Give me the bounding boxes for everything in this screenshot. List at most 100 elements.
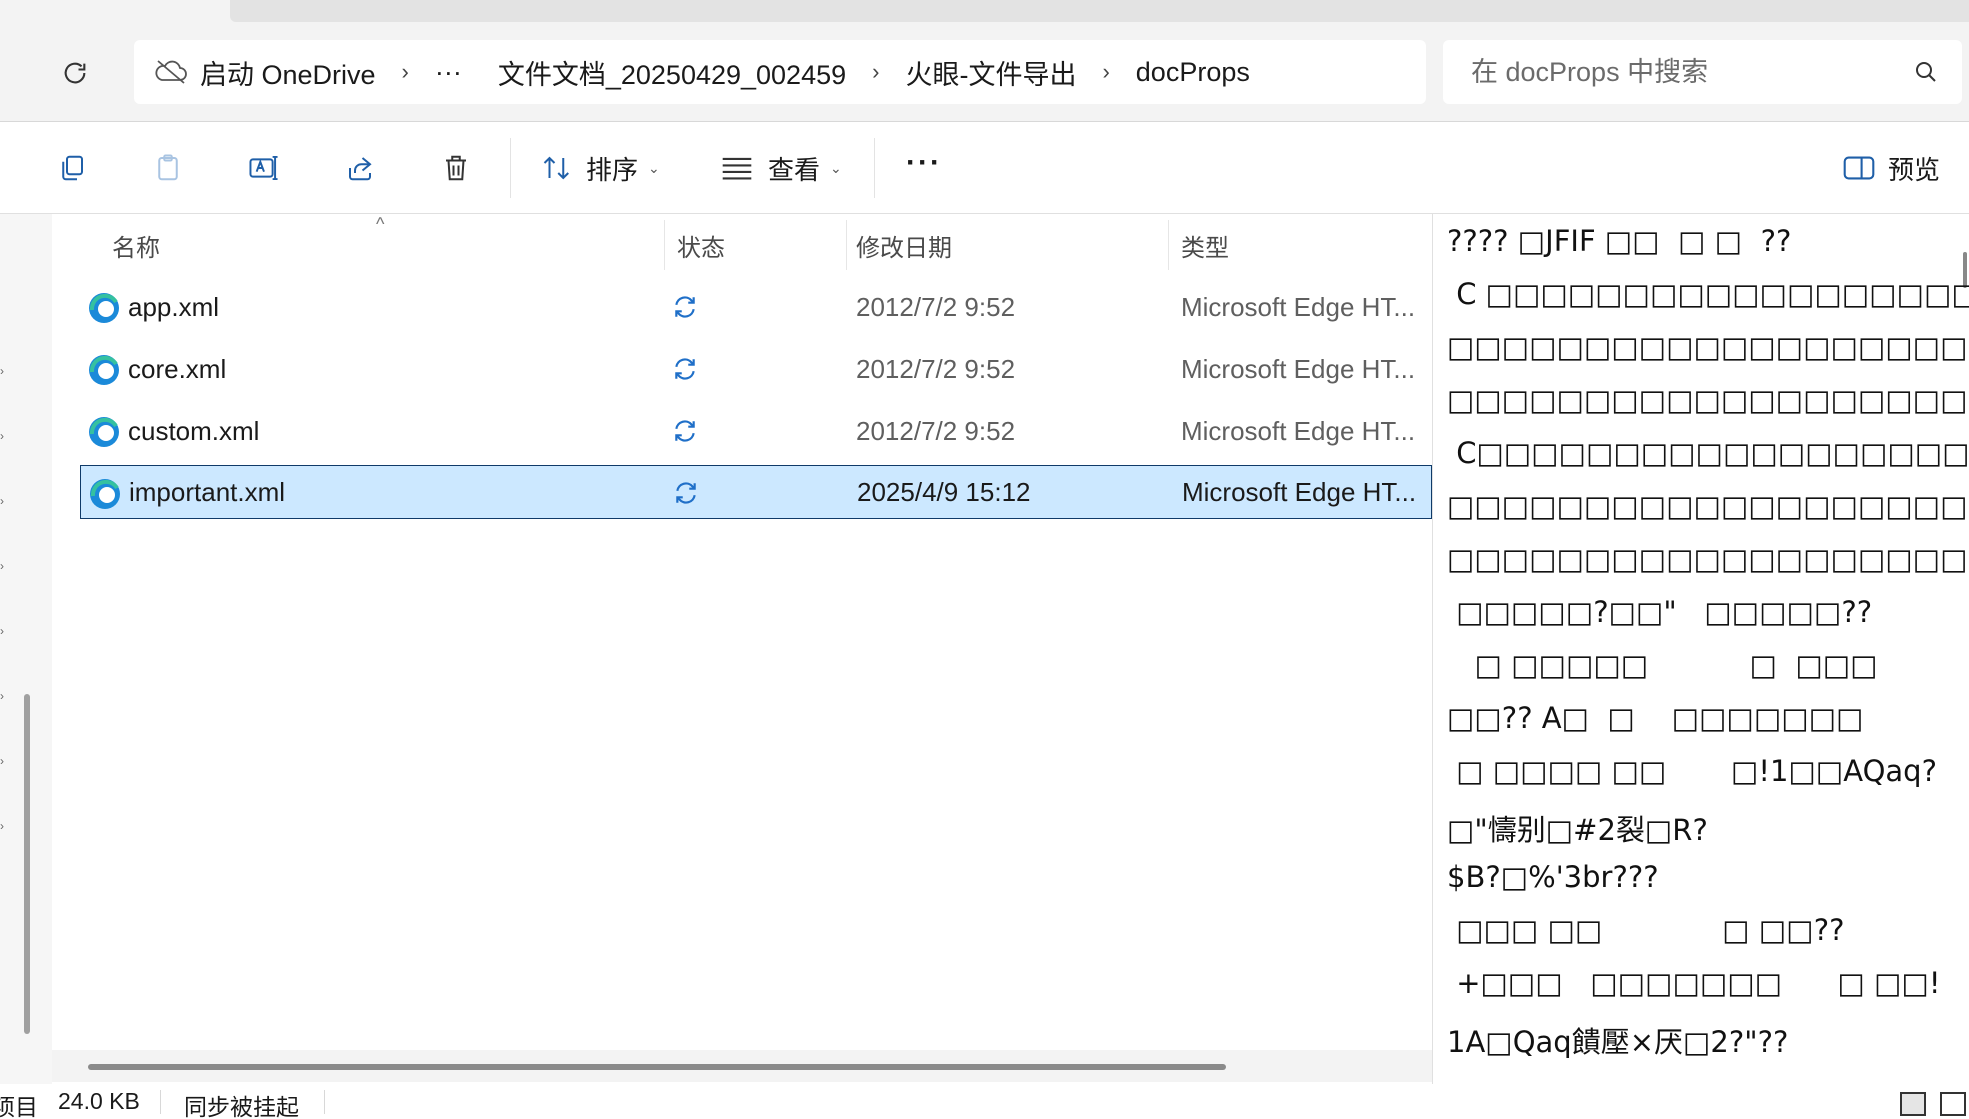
- crumb-overflow[interactable]: ···: [435, 57, 462, 88]
- file-type: Microsoft Edge HT...: [1181, 353, 1416, 384]
- details-view-toggle[interactable]: [1900, 1092, 1926, 1116]
- chevron-down-icon: ⌄: [830, 159, 842, 176]
- search-icon[interactable]: [1914, 60, 1938, 84]
- preview-pane-button[interactable]: 预览: [1842, 144, 1940, 192]
- search-input[interactable]: [1471, 56, 1891, 88]
- share-icon: [349, 157, 372, 181]
- view-list-icon: [722, 157, 752, 180]
- rename-button[interactable]: [244, 148, 284, 188]
- refresh-icon: [64, 62, 86, 84]
- expand-arrow-icon[interactable]: ›: [0, 819, 10, 833]
- preview-text-line: C□□□□□□□□□□□□□□□□□□□□□□□: [1456, 436, 1969, 470]
- status-divider: [324, 1090, 325, 1114]
- horizontal-scrollbar[interactable]: [52, 1050, 1432, 1082]
- address-row: 启动 OneDrive › ··· 文件文档_20250429_002459 ›…: [0, 24, 1969, 122]
- active-tab[interactable]: [230, 0, 1969, 22]
- chevron-right-icon[interactable]: ›: [1102, 59, 1109, 85]
- chevron-right-icon[interactable]: ›: [402, 59, 409, 85]
- tiles-view-toggle[interactable]: [1940, 1092, 1966, 1116]
- paste-icon: [158, 154, 178, 181]
- sync-pending-icon: [675, 420, 695, 442]
- expand-arrow-icon[interactable]: ›: [0, 364, 10, 378]
- file-name: core.xml: [128, 353, 227, 384]
- file-row[interactable]: app.xml 2012/7/2 9:52 Microsoft Edge HT.…: [80, 280, 1432, 334]
- column-header-type[interactable]: 类型: [1181, 228, 1229, 263]
- column-divider[interactable]: [664, 220, 665, 270]
- selection-size: 24.0 KB: [58, 1088, 140, 1114]
- preview-text-line: □□?? A□ □ □□□□□□□: [1447, 701, 1864, 735]
- sync-pending-icon: [676, 482, 696, 504]
- expand-arrow-icon[interactable]: ›: [0, 494, 10, 508]
- file-type: Microsoft Edge HT...: [1181, 415, 1416, 446]
- search-box[interactable]: [1443, 40, 1962, 104]
- chevron-right-icon[interactable]: ›: [872, 59, 879, 85]
- sync-pending-icon: [675, 296, 695, 318]
- expand-arrow-icon[interactable]: ›: [0, 429, 10, 443]
- preview-text-line: ???? □JFIF □□ □ □ ??: [1447, 224, 1792, 258]
- nav-scrollbar[interactable]: [24, 694, 30, 1034]
- copy-icon: [62, 155, 83, 181]
- file-date: 2012/7/2 9:52: [856, 415, 1016, 446]
- edge-file-icon: [89, 355, 119, 385]
- navigation-pane[interactable]: › › › › › › › ›: [0, 214, 52, 1084]
- column-divider[interactable]: [1168, 220, 1169, 270]
- column-divider[interactable]: [846, 220, 847, 270]
- item-count-label: 项目: [0, 1094, 38, 1119]
- file-list: ^ 名称 状态 修改日期 类型 app.xml 2012/7/2 9:52 Mi…: [52, 214, 1432, 1084]
- delete-button[interactable]: [436, 148, 476, 188]
- crumb-folder-2[interactable]: 火眼-文件导出: [905, 53, 1076, 92]
- rename-icon: [249, 155, 278, 181]
- file-type: Microsoft Edge HT...: [1182, 476, 1417, 507]
- trash-icon: [446, 155, 466, 181]
- expand-arrow-icon[interactable]: ›: [0, 754, 10, 768]
- expand-arrow-icon[interactable]: ›: [0, 689, 10, 703]
- breadcrumb[interactable]: 启动 OneDrive › ··· 文件文档_20250429_002459 ›…: [134, 40, 1426, 104]
- preview-text-line: $B?□%'3br???: [1447, 860, 1659, 894]
- preview-text-line: □ □□□□ □□ □!1□□AQaq?: [1447, 754, 1937, 788]
- preview-text-line: □□□□□□□□□□□□□□□□□□□□□??: [1447, 383, 1969, 417]
- preview-text-line: □□□□□□□□□□□□□□□□□□□□□□□□□: [1447, 489, 1969, 523]
- preview-text-line: □□□ □□ □ □□??: [1447, 913, 1845, 947]
- tab-strip: [0, 0, 1969, 24]
- file-row[interactable]: custom.xml 2012/7/2 9:52 Microsoft Edge …: [80, 404, 1432, 458]
- copy-button[interactable]: [52, 148, 92, 188]
- share-button[interactable]: [340, 148, 380, 188]
- file-type: Microsoft Edge HT...: [1181, 291, 1416, 322]
- view-label: 查看: [768, 154, 821, 185]
- file-date: 2012/7/2 9:52: [856, 353, 1016, 384]
- column-header-date[interactable]: 修改日期: [856, 228, 952, 263]
- preview-text-line: □"懤别□#2裂□R?: [1447, 813, 1708, 847]
- sort-button[interactable]: 排序 ⌄: [540, 144, 660, 192]
- preview-pane: ???? □JFIF □□ □ □ ?? C □□□□□□□□□□□□□□□□□…: [1432, 214, 1969, 1084]
- edge-file-icon: [89, 417, 119, 447]
- file-name: custom.xml: [128, 415, 260, 446]
- sort-ascending-icon: ^: [376, 214, 385, 234]
- preview-text-line: C □□□□□□□□□□□□□□□□□□□□□□: [1456, 277, 1969, 311]
- sort-icon: [543, 156, 569, 180]
- status-divider: [160, 1090, 161, 1114]
- more-options-button[interactable]: ···: [906, 146, 942, 180]
- refresh-button[interactable]: [56, 54, 94, 92]
- edge-file-icon: [90, 479, 120, 509]
- toolbar-divider: [874, 138, 875, 198]
- crumb-folder-1[interactable]: 文件文档_20250429_002459: [498, 53, 846, 92]
- file-row[interactable]: core.xml 2012/7/2 9:52 Microsoft Edge HT…: [80, 342, 1432, 396]
- preview-text-line: 1A□Qaq饋壓×厌□2?"??: [1447, 1025, 1789, 1059]
- column-header-status[interactable]: 状态: [677, 228, 725, 263]
- preview-text-line: +□□□ □□□□□□□ □ □□!: [1447, 966, 1941, 1000]
- toolbar-divider: [510, 138, 511, 198]
- expand-arrow-icon[interactable]: ›: [0, 624, 10, 638]
- sync-status: 同步被挂起: [184, 1094, 299, 1119]
- view-button[interactable]: 查看 ⌄: [720, 144, 842, 192]
- status-bar: 项目 24.0 KB 同步被挂起: [0, 1084, 1969, 1119]
- crumb-onedrive[interactable]: 启动 OneDrive: [200, 53, 376, 92]
- expand-arrow-icon[interactable]: ›: [0, 559, 10, 573]
- crumb-current[interactable]: docProps: [1136, 57, 1250, 88]
- preview-text-line: □□□□□□□□□□□□□□□□□□□□□□□□□: [1447, 330, 1969, 364]
- file-row-selected[interactable]: important.xml 2025/4/9 15:12 Microsoft E…: [80, 465, 1432, 519]
- scrollbar-thumb[interactable]: [88, 1064, 1226, 1070]
- chevron-down-icon: ⌄: [648, 159, 660, 176]
- column-header-name[interactable]: 名称: [112, 228, 160, 263]
- edge-file-icon: [89, 293, 119, 323]
- paste-button[interactable]: [148, 148, 188, 188]
